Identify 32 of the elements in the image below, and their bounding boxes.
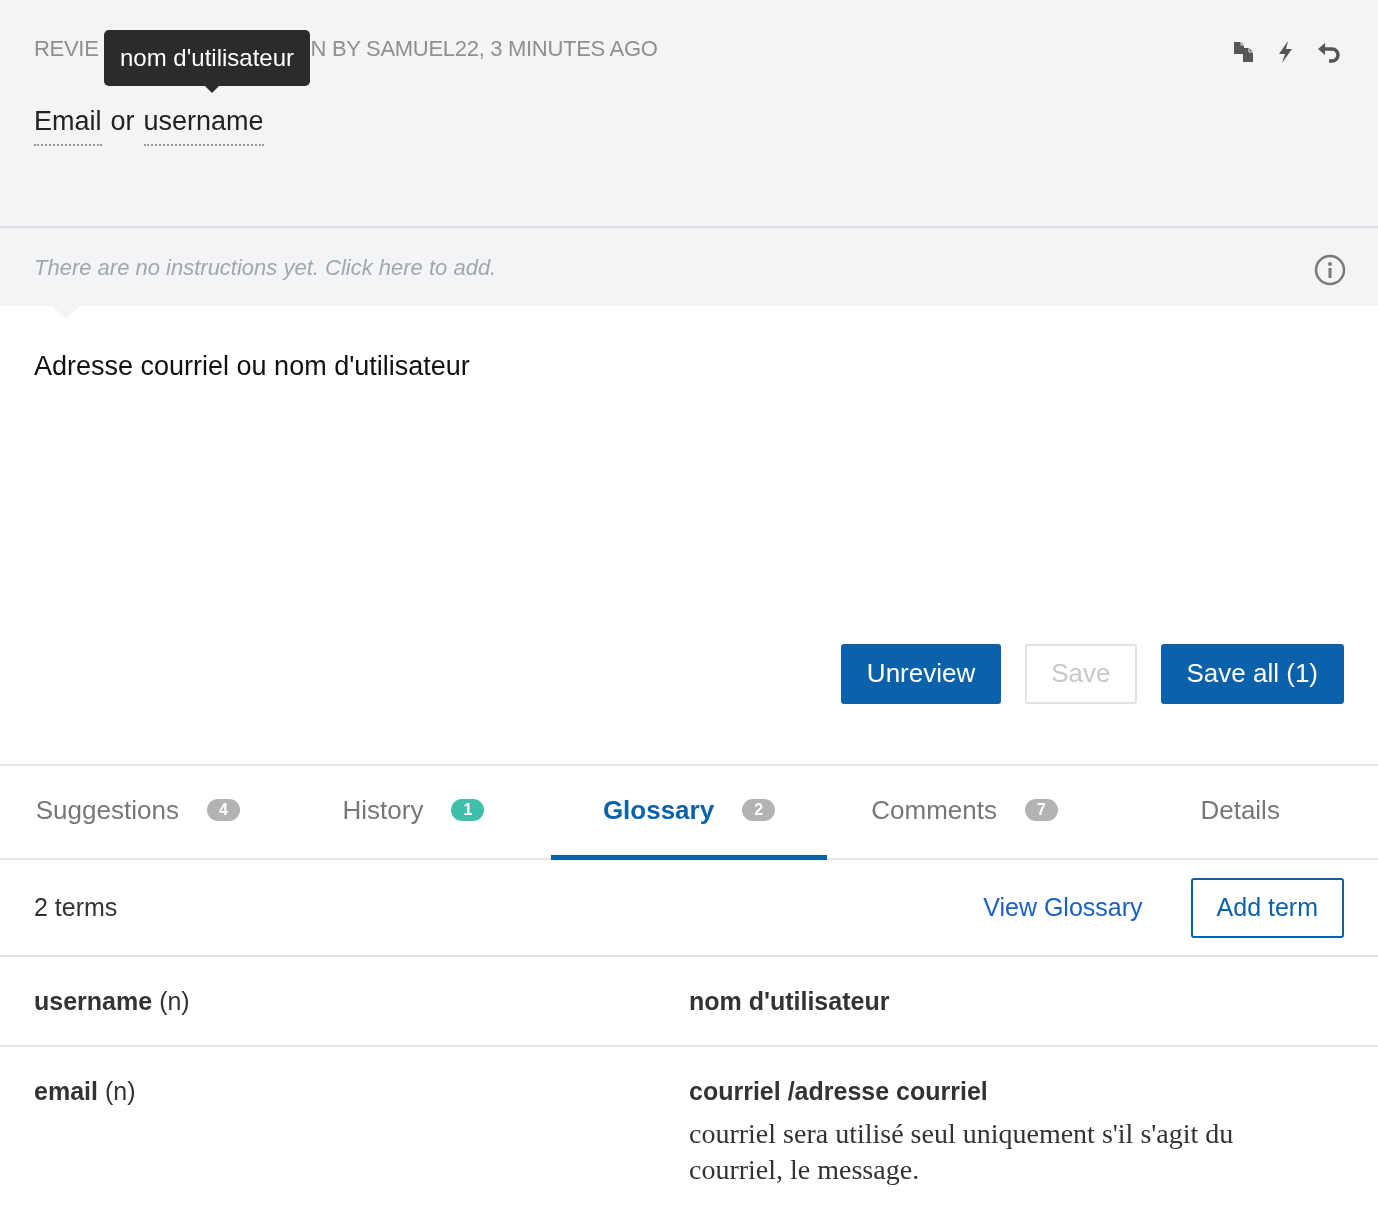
tab[interactable]: Details	[1102, 765, 1378, 861]
tab[interactable]: History 1	[275, 765, 552, 861]
undo-icon[interactable]	[1316, 40, 1340, 64]
add-term-button[interactable]: Add term	[1190, 877, 1344, 938]
count-badge: 4	[206, 799, 240, 822]
term-note: courriel sera utilisé seul uniquement s'il s'agit du courriel, le message.	[689, 1117, 1235, 1187]
tooltip: nom d'utilisateur	[104, 30, 310, 86]
glossary-term[interactable]: username	[143, 101, 264, 146]
part-of-speech: (n)	[159, 987, 190, 1015]
count-badge: 1	[451, 799, 485, 822]
tab[interactable]: Glossary 2	[551, 765, 827, 861]
term-count: 2 terms	[34, 891, 118, 923]
source-word: or	[110, 105, 135, 138]
tab[interactable]: Suggestions 4	[0, 765, 276, 861]
copy-icon[interactable]	[1232, 40, 1256, 64]
term-translation: nom d'utilisateur	[689, 986, 891, 1017]
glossary-term: email	[34, 1076, 98, 1105]
view-glossary-link[interactable]: View Glossary	[983, 888, 1143, 927]
info-icon[interactable]	[1314, 254, 1346, 287]
save-all-button[interactable]: Save all (1)	[1160, 643, 1344, 704]
translation-text[interactable]: Adresse courriel ou nom d'utilisateur	[34, 346, 1344, 387]
tooltip-arrow-icon	[202, 83, 222, 93]
count-badge: 2	[742, 799, 776, 822]
unreview-button[interactable]: Unreview	[840, 643, 1002, 704]
glossary-term: username	[34, 987, 153, 1015]
glossary-term[interactable]: Email	[34, 101, 102, 146]
part-of-speech: (n)	[104, 1076, 136, 1105]
tab[interactable]: Comments 7	[826, 765, 1103, 861]
count-badge: 7	[1024, 799, 1058, 822]
term-translation: courriel /adresse courriel	[689, 1075, 989, 1107]
status-text: N BY SAMUEL22, 3 MINUTES AGO	[310, 35, 658, 63]
status-text: REVIE	[34, 35, 99, 63]
